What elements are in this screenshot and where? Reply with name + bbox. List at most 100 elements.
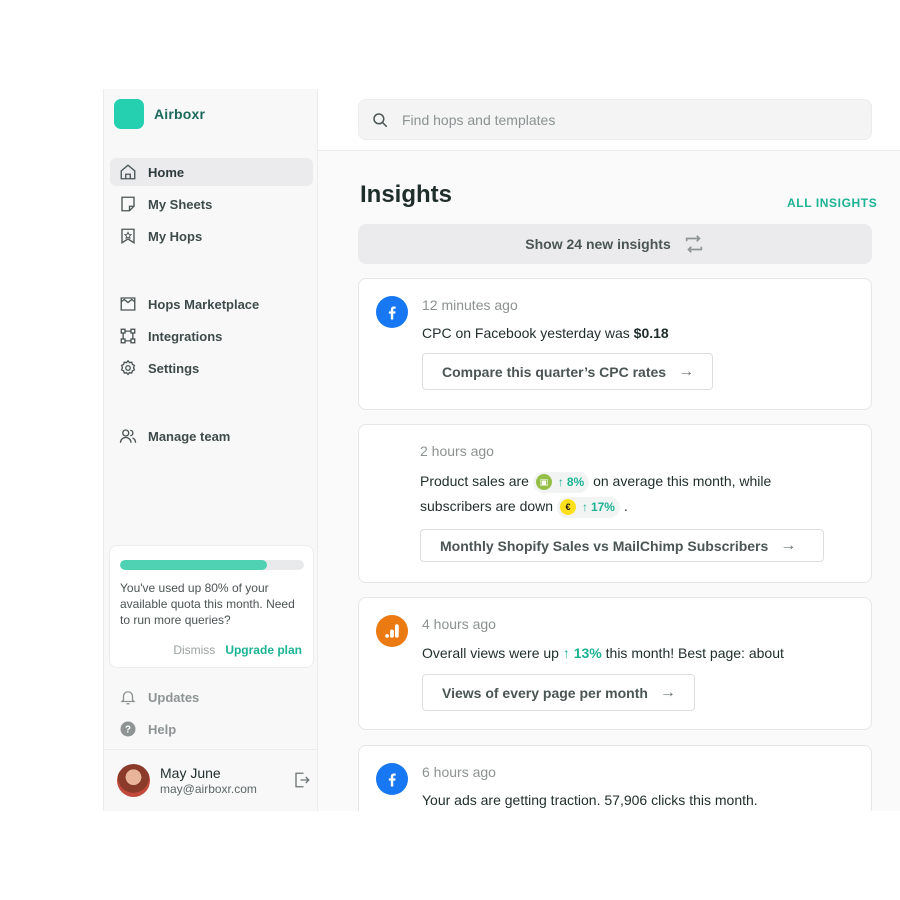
cpc-value: $0.18 [633, 325, 669, 341]
dismiss-link[interactable]: Dismiss [173, 643, 215, 657]
insight-time: 2 hours ago [420, 443, 494, 459]
sidebar-item-label: Settings [148, 360, 200, 376]
footer-nav: Updates ? Help [110, 683, 313, 747]
arrow-up-icon: ↑ [562, 645, 570, 661]
mailchimp-icon: € [559, 499, 576, 516]
insight-card: 12 minutes ago CPC on Facebook yesterday… [358, 278, 872, 410]
insight-message: Overall views were up ↑ 13% this month! … [422, 641, 784, 666]
search-bar[interactable] [358, 99, 872, 140]
views-percent: 13% [573, 645, 602, 661]
sheet-icon [121, 196, 135, 212]
gear-icon [120, 359, 136, 376]
brand-name: Airboxr [154, 106, 206, 122]
insight-card: 6 hours ago Your ads are getting tractio… [358, 745, 872, 811]
user-name: May June [160, 765, 221, 781]
arrow-up-icon: ↑ [581, 499, 588, 514]
logout-icon[interactable] [293, 771, 311, 789]
insight-message: Product sales are ▣ ↑ 8% on average this m… [420, 469, 860, 519]
bell-icon [120, 691, 136, 705]
insight-message: CPC on Facebook yesterday was $0.18 [422, 321, 669, 346]
insight-text: Overall views were up [422, 645, 559, 661]
insight-time: 4 hours ago [422, 616, 496, 632]
facebook-icon [376, 296, 408, 328]
analytics-icon [376, 615, 408, 647]
shopify-growth-badge: ▣ ↑ 8% [532, 471, 590, 493]
quota-progress-bar [120, 560, 304, 570]
mailchimp-change-badge: € ↑ 17% [556, 496, 620, 518]
page-title: Insights [360, 181, 453, 208]
main-nav: Home My Sheets My Hops [110, 158, 313, 254]
badge-value: 17% [590, 499, 615, 514]
facebook-icon [376, 763, 408, 795]
home-icon [120, 164, 136, 180]
sidebar-item-label: Help [148, 721, 177, 737]
users-icon [119, 429, 137, 443]
help-icon: ? [120, 721, 136, 737]
arrow-right-icon: → [780, 536, 797, 554]
user-profile[interactable]: May June may@airboxr.com [104, 749, 319, 811]
sidebar-item-updates[interactable]: Updates [110, 683, 313, 711]
insight-message: Your ads are getting traction. 57,906 cl… [422, 792, 758, 808]
insight-time: 12 minutes ago [422, 297, 518, 313]
insight-card: 4 hours ago Overall views were up ↑ 13% … [358, 597, 872, 730]
sidebar-item-my-sheets[interactable]: My Sheets [110, 190, 313, 218]
sidebar-item-label: Manage team [148, 428, 231, 444]
sidebar-item-my-hops[interactable]: My Hops [110, 222, 313, 250]
sidebar-item-settings[interactable]: Settings [110, 354, 313, 382]
sidebar-item-hops-marketplace[interactable]: Hops Marketplace [110, 290, 313, 318]
sidebar-item-home[interactable]: Home [110, 158, 313, 186]
shopify-icon: ▣ [535, 474, 552, 491]
insight-text: Product sales are [420, 473, 529, 489]
insight-text: on average this month, while [593, 473, 772, 489]
upgrade-plan-link[interactable]: Upgrade plan [225, 643, 302, 657]
integrations-icon [120, 328, 136, 344]
user-info: May June may@airboxr.com [160, 765, 257, 796]
show-new-insights-button[interactable]: Show 24 new insights [358, 224, 872, 264]
sidebar-item-label: My Sheets [148, 196, 213, 212]
insight-text: subscribers are down [420, 498, 554, 514]
compare-cpc-button[interactable]: Compare this quarter’s CPC rates → [422, 353, 714, 390]
arrow-up-icon: ↑ [557, 474, 564, 489]
button-label: Monthly Shopify Sales vs MailChimp Subsc… [440, 537, 769, 554]
sidebar-item-label: My Hops [148, 228, 203, 244]
bookmark-star-icon [121, 228, 135, 244]
quota-progress-fill [120, 560, 268, 570]
avatar [117, 764, 150, 797]
topbar [318, 89, 900, 151]
main-content: Insights ALL INSIGHTS Show 24 new insigh… [318, 151, 900, 811]
sidebar-item-label: Hops Marketplace [148, 296, 260, 312]
secondary-nav: Hops Marketplace Integrations Settings [110, 290, 313, 386]
arrow-right-icon: → [678, 362, 695, 380]
refresh-icon [685, 235, 702, 253]
quota-card: You've used up 80% of your available quo… [109, 545, 314, 668]
brand[interactable]: Airboxr [114, 99, 205, 129]
search-icon [373, 112, 388, 127]
sidebar-item-label: Integrations [148, 328, 223, 344]
badge-value: 8% [566, 474, 585, 489]
sidebar-item-help[interactable]: ? Help [110, 715, 313, 743]
quota-actions: Dismiss Upgrade plan [173, 643, 302, 657]
button-label: Views of every page per month [442, 684, 648, 701]
sidebar-item-integrations[interactable]: Integrations [110, 322, 313, 350]
app-window: Airboxr Home My Sheets My Hops Hops Mark… [103, 89, 900, 811]
quota-message: You've used up 80% of your available quo… [120, 581, 295, 627]
insight-card: 2 hours ago Product sales are ▣ ↑ 8% on av… [358, 424, 872, 583]
button-label: Compare this quarter’s CPC rates [442, 363, 667, 380]
insight-text: CPC on Facebook yesterday was [422, 325, 634, 341]
sidebar: Airboxr Home My Sheets My Hops Hops Mark… [103, 89, 319, 811]
views-per-page-button[interactable]: Views of every page per month → [422, 674, 695, 711]
insight-text: . [623, 498, 628, 514]
sidebar-item-label: Updates [148, 689, 200, 705]
new-insights-label: Show 24 new insights [525, 236, 671, 252]
insight-text: this month! Best page: about [605, 645, 784, 661]
insight-time: 6 hours ago [422, 764, 496, 780]
shopify-vs-mailchimp-button[interactable]: Monthly Shopify Sales vs MailChimp Subsc… [420, 529, 824, 562]
svg-text:?: ? [125, 724, 131, 735]
user-email: may@airboxr.com [160, 782, 257, 796]
arrow-right-icon: → [659, 683, 676, 701]
all-insights-link[interactable]: ALL INSIGHTS [787, 196, 877, 210]
store-icon [120, 297, 136, 311]
search-input[interactable] [402, 111, 842, 128]
brand-logo [114, 99, 144, 129]
sidebar-item-manage-team[interactable]: Manage team [110, 422, 313, 450]
